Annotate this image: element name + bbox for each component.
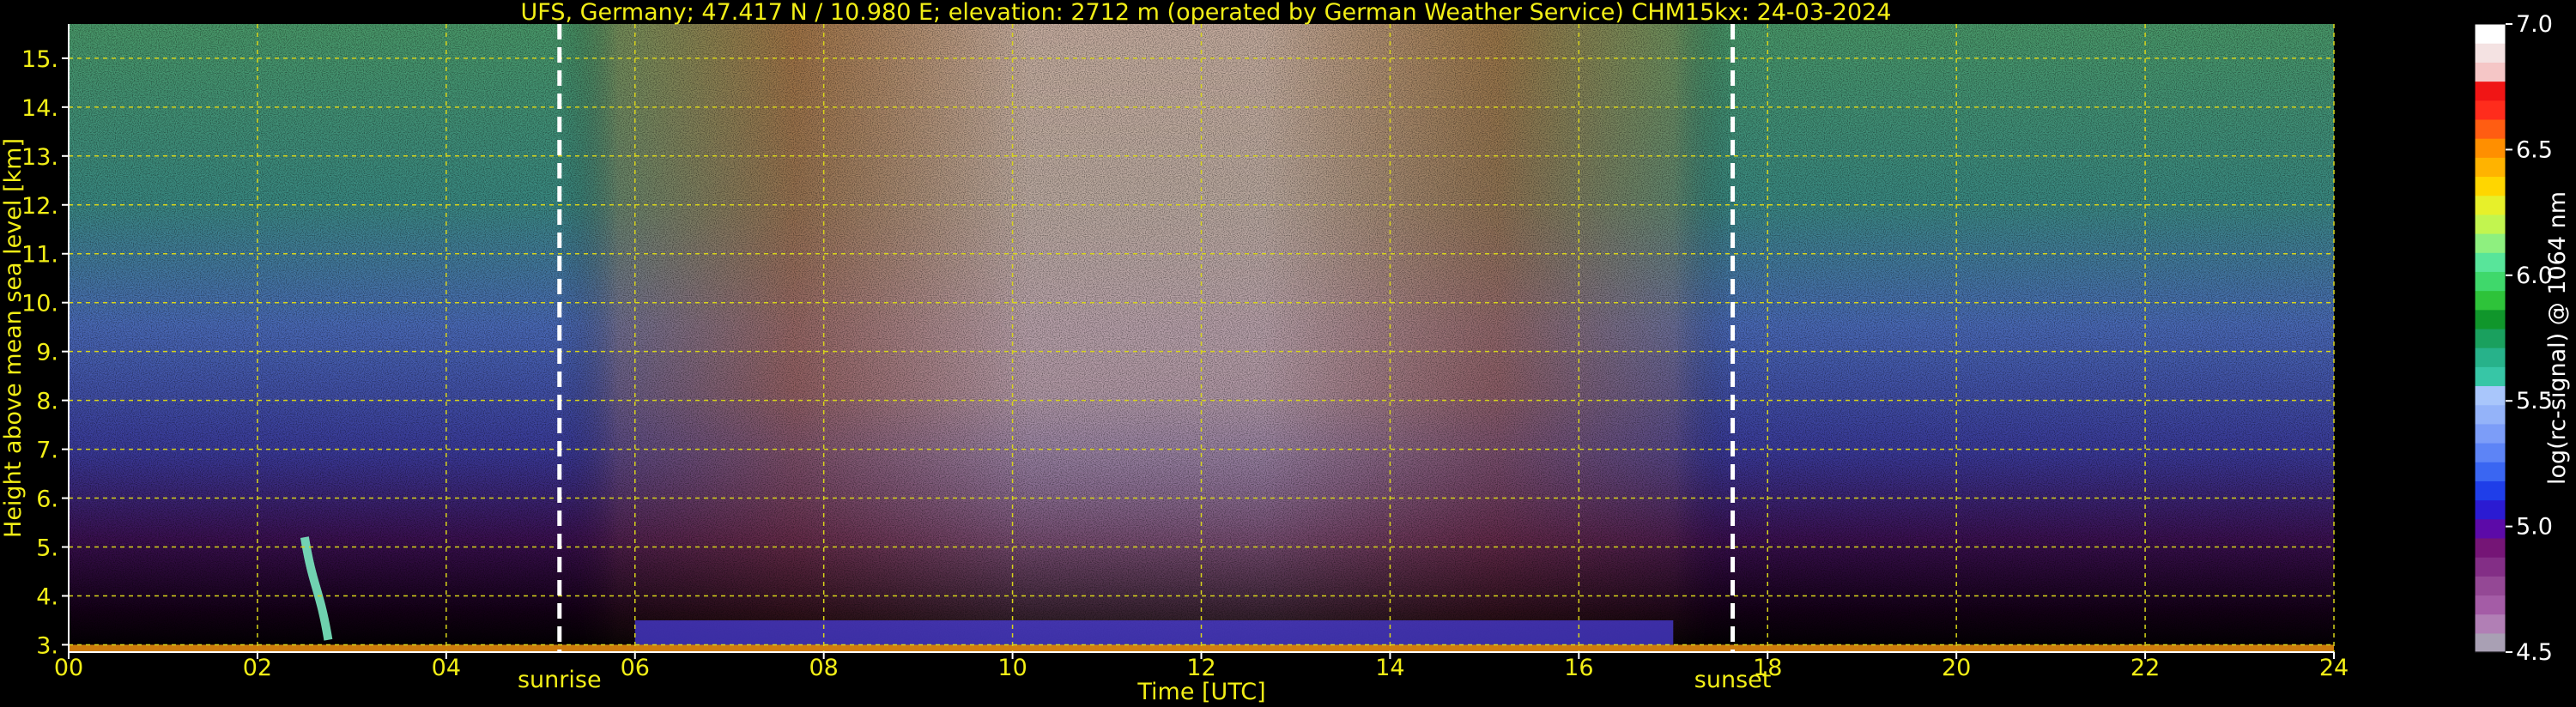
- y-tick-label: 9.: [36, 340, 58, 366]
- colorbar-swatch: [2475, 462, 2506, 481]
- colorbar-swatch: [2475, 195, 2506, 215]
- y-tick-label: 15.: [21, 46, 58, 73]
- y-tick-label: 6.: [36, 486, 58, 513]
- colorbar-swatch: [2475, 423, 2506, 444]
- y-tick-label: 13.: [21, 144, 58, 171]
- colorbar-swatch: [2475, 366, 2506, 387]
- colorbar-swatch: [2475, 176, 2506, 196]
- y-tick-label: 10.: [21, 291, 58, 317]
- colorbar-swatch: [2475, 518, 2506, 539]
- colorbar-swatch: [2475, 100, 2506, 120]
- colorbar-swatch: [2475, 118, 2506, 139]
- colorbar-swatch: [2475, 271, 2506, 292]
- colorbar-swatch: [2475, 632, 2506, 653]
- x-tick-label: 20: [1942, 655, 1971, 681]
- colorbar-tick-label: 7.0: [2516, 11, 2553, 38]
- y-tick-label: 14.: [21, 95, 58, 122]
- y-tick-label: 8.: [36, 389, 58, 415]
- colorbar-swatch: [2475, 62, 2506, 82]
- colorbar-swatch: [2475, 595, 2506, 615]
- colorbar-swatch: [2475, 613, 2506, 634]
- colorbar-swatch: [2475, 157, 2506, 178]
- x-tick-label: 02: [243, 655, 272, 681]
- x-tick-label: 04: [432, 655, 461, 681]
- x-tick-label: 06: [621, 655, 650, 681]
- colorbar-swatch: [2475, 290, 2506, 311]
- colorbar-label: log(rc-signal) @ 1064 nm: [2544, 191, 2571, 485]
- colorbar-swatch: [2475, 557, 2506, 577]
- colorbar-swatch: [2475, 480, 2506, 501]
- colorbar-swatch: [2475, 309, 2506, 329]
- colorbar-swatch: [2475, 233, 2506, 253]
- colorbar-swatch: [2475, 537, 2506, 558]
- event-label-sunrise: sunrise: [518, 667, 602, 693]
- y-tick-label: 4.: [36, 583, 58, 610]
- colorbar-swatch: [2475, 576, 2506, 596]
- x-tick-label: 14: [1375, 655, 1404, 681]
- y-axis-label: Height above mean sea level [km]: [0, 138, 27, 538]
- colorbar-swatch: [2475, 385, 2506, 406]
- x-tick-label: 16: [1564, 655, 1593, 681]
- colorbar-swatch: [2475, 252, 2506, 272]
- colorbar-swatch: [2475, 81, 2506, 101]
- colorbar-tick-label: 6.5: [2516, 136, 2553, 163]
- x-tick-label: 08: [809, 655, 838, 681]
- x-tick-label: 22: [2131, 655, 2160, 681]
- colorbar-swatch: [2475, 214, 2506, 234]
- colorbar-swatch: [2475, 443, 2506, 462]
- colorbar-swatch: [2475, 499, 2506, 520]
- x-tick-label: 24: [2319, 655, 2349, 681]
- chart-title: UFS, Germany; 47.417 N / 10.980 E; eleva…: [521, 0, 1892, 26]
- x-tick-label: 12: [1186, 655, 1215, 681]
- colorbar-swatch: [2475, 24, 2506, 44]
- colorbar-swatch: [2475, 347, 2506, 367]
- colorbar-swatch: [2475, 404, 2506, 425]
- x-tick-label: 18: [1753, 655, 1782, 681]
- y-tick-label: 5.: [36, 535, 58, 562]
- y-tick-label: 12.: [21, 193, 58, 220]
- lidar-backscatter-chart: sunrise sunset 00 02 04 06 08 10 12 14 16 18 20 22 24…: [0, 0, 2571, 705]
- colorbar-tick-label: 4.5: [2516, 639, 2553, 666]
- y-tick-label: 11.: [21, 242, 58, 269]
- colorbar-swatch: [2475, 328, 2506, 348]
- colorbar-swatch: [2475, 138, 2506, 158]
- x-axis-label: Time [UTC]: [1136, 679, 1265, 705]
- feature-boundary-layer: [634, 619, 1674, 645]
- x-tick-label: 10: [997, 655, 1027, 681]
- colorbar-tick-label: 5.0: [2516, 514, 2553, 541]
- colorbar-swatch: [2475, 43, 2506, 63]
- y-tick-label: 7.: [36, 438, 58, 464]
- y-tick-label: 3.: [36, 632, 58, 659]
